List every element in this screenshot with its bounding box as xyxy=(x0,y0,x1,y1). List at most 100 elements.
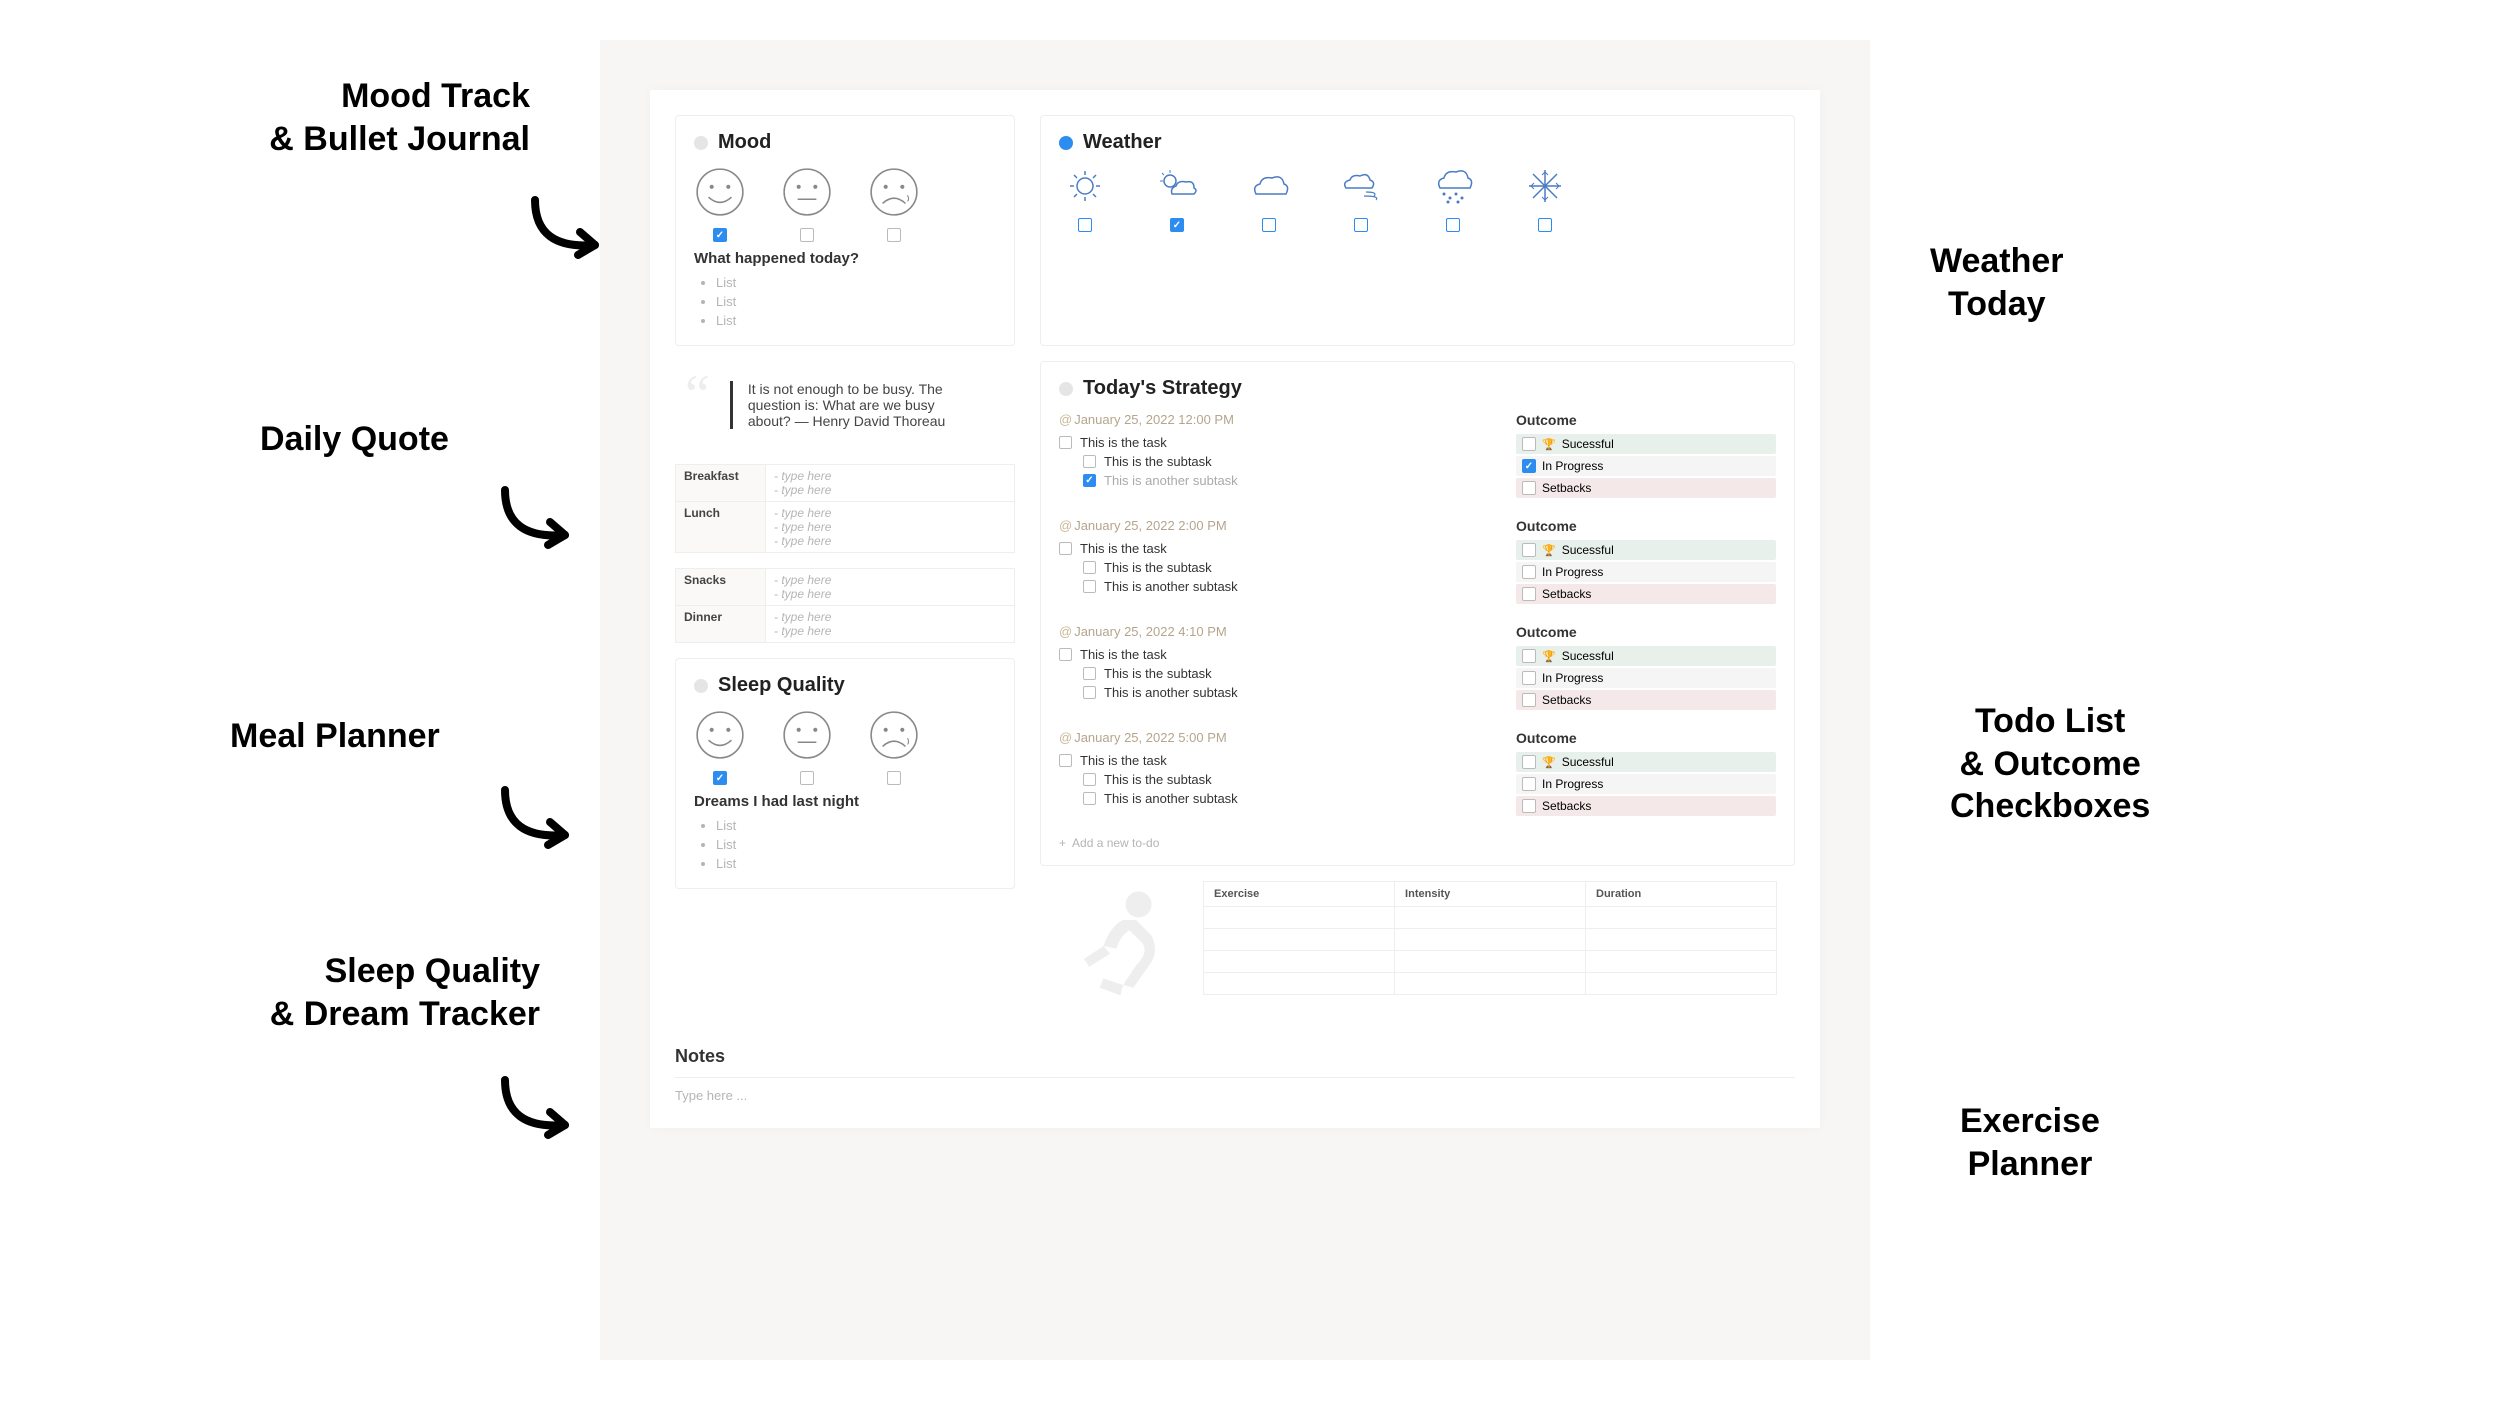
weather-snowy-checkbox[interactable] xyxy=(1538,218,1552,232)
table-cell[interactable] xyxy=(1204,951,1395,973)
task-checkbox[interactable] xyxy=(1083,667,1096,680)
subtask-item[interactable]: This is another subtask xyxy=(1059,577,1486,596)
weather-cloudy-checkbox[interactable] xyxy=(1262,218,1276,232)
task-checkbox[interactable] xyxy=(1059,754,1072,767)
weather-sunny[interactable] xyxy=(1059,166,1111,232)
list-item[interactable]: List xyxy=(716,273,996,292)
weather-windy-checkbox[interactable] xyxy=(1354,218,1368,232)
table-cell[interactable] xyxy=(1586,951,1777,973)
list-item[interactable]: List xyxy=(716,292,996,311)
plus-icon: + xyxy=(1059,836,1066,850)
journal-list[interactable]: List List List xyxy=(694,273,996,330)
meal-dinner-input[interactable]: - type here- type here xyxy=(766,606,1015,643)
outcome-checkbox[interactable] xyxy=(1522,587,1536,601)
task-checkbox[interactable] xyxy=(1059,436,1072,449)
sleep-happy[interactable] xyxy=(694,709,746,785)
outcome-success[interactable]: 🏆Sucessful xyxy=(1516,540,1776,560)
outcome-success[interactable]: 🏆Sucessful xyxy=(1516,752,1776,772)
mood-neutral-checkbox[interactable] xyxy=(800,228,814,242)
task-checkbox[interactable] xyxy=(1083,474,1096,487)
task-checkbox[interactable] xyxy=(1083,773,1096,786)
meal-snacks-input[interactable]: - type here- type here xyxy=(766,569,1015,606)
list-item[interactable]: List xyxy=(716,311,996,330)
outcome-checkbox[interactable] xyxy=(1522,799,1536,813)
list-item[interactable]: List xyxy=(716,854,996,873)
outcome-setbacks[interactable]: Setbacks xyxy=(1516,478,1776,498)
outcome-progress[interactable]: In Progress xyxy=(1516,774,1776,794)
weather-rainy[interactable] xyxy=(1427,166,1479,232)
task-checkbox[interactable] xyxy=(1083,561,1096,574)
sleep-neutral-checkbox[interactable] xyxy=(800,771,814,785)
subtask-item[interactable]: This is the subtask xyxy=(1059,664,1486,683)
table-cell[interactable] xyxy=(1395,951,1586,973)
task-item[interactable]: This is the task xyxy=(1059,539,1486,558)
outcome-checkbox[interactable] xyxy=(1522,543,1536,557)
mood-happy-checkbox[interactable] xyxy=(713,228,727,242)
weather-sunny-checkbox[interactable] xyxy=(1078,218,1092,232)
table-cell[interactable] xyxy=(1586,907,1777,929)
outcome-checkbox[interactable] xyxy=(1522,755,1536,769)
outcome-checkbox[interactable] xyxy=(1522,481,1536,495)
table-cell[interactable] xyxy=(1395,907,1586,929)
weather-partly[interactable] xyxy=(1151,166,1203,232)
table-cell[interactable] xyxy=(1204,973,1395,995)
meal-breakfast-input[interactable]: - type here- type here xyxy=(766,465,1015,502)
sleep-sad-checkbox[interactable] xyxy=(887,771,901,785)
sleep-happy-checkbox[interactable] xyxy=(713,771,727,785)
table-cell[interactable] xyxy=(1395,973,1586,995)
table-cell[interactable] xyxy=(1395,929,1586,951)
outcome-checkbox[interactable] xyxy=(1522,671,1536,685)
weather-partly-checkbox[interactable] xyxy=(1170,218,1184,232)
task-checkbox[interactable] xyxy=(1083,686,1096,699)
list-item[interactable]: List xyxy=(716,816,996,835)
task-checkbox[interactable] xyxy=(1059,542,1072,555)
outcome-checkbox[interactable] xyxy=(1522,437,1536,451)
exercise-table[interactable]: ExerciseIntensityDuration xyxy=(1203,881,1777,995)
subtask-item[interactable]: This is another subtask xyxy=(1059,789,1486,808)
outcome-checkbox[interactable] xyxy=(1522,777,1536,791)
dreams-list[interactable]: List List List xyxy=(694,816,996,873)
mood-happy[interactable] xyxy=(694,166,746,242)
notes-input[interactable]: Type here ... xyxy=(675,1077,1795,1103)
mood-sad-checkbox[interactable] xyxy=(887,228,901,242)
task-checkbox[interactable] xyxy=(1083,792,1096,805)
task-item[interactable]: This is the task xyxy=(1059,751,1486,770)
add-todo-button[interactable]: +Add a new to-do xyxy=(1059,836,1776,850)
table-cell[interactable] xyxy=(1586,973,1777,995)
subtask-item[interactable]: This is another subtask xyxy=(1059,471,1486,490)
weather-cloudy[interactable] xyxy=(1243,166,1295,232)
task-item[interactable]: This is the task xyxy=(1059,645,1486,664)
table-cell[interactable] xyxy=(1586,929,1777,951)
outcome-success[interactable]: 🏆Sucessful xyxy=(1516,434,1776,454)
table-cell[interactable] xyxy=(1204,929,1395,951)
list-item[interactable]: List xyxy=(716,835,996,854)
outcome-setbacks[interactable]: Setbacks xyxy=(1516,690,1776,710)
outcome-setbacks[interactable]: Setbacks xyxy=(1516,584,1776,604)
outcome-success[interactable]: 🏆Sucessful xyxy=(1516,646,1776,666)
weather-windy[interactable] xyxy=(1335,166,1387,232)
outcome-checkbox[interactable] xyxy=(1522,649,1536,663)
subtask-item[interactable]: This is the subtask xyxy=(1059,770,1486,789)
weather-rainy-checkbox[interactable] xyxy=(1446,218,1460,232)
sleep-sad[interactable] xyxy=(868,709,920,785)
outcome-progress[interactable]: In Progress xyxy=(1516,668,1776,688)
outcome-progress[interactable]: In Progress xyxy=(1516,456,1776,476)
task-checkbox[interactable] xyxy=(1083,455,1096,468)
meal-lunch-input[interactable]: - type here- type here- type here xyxy=(766,502,1015,553)
outcome-checkbox[interactable] xyxy=(1522,693,1536,707)
outcome-checkbox[interactable] xyxy=(1522,459,1536,473)
subtask-item[interactable]: This is the subtask xyxy=(1059,558,1486,577)
task-checkbox[interactable] xyxy=(1059,648,1072,661)
weather-snowy[interactable] xyxy=(1519,166,1571,232)
outcome-checkbox[interactable] xyxy=(1522,565,1536,579)
sleep-neutral[interactable] xyxy=(781,709,833,785)
outcome-progress[interactable]: In Progress xyxy=(1516,562,1776,582)
mood-sad[interactable] xyxy=(868,166,920,242)
task-item[interactable]: This is the task xyxy=(1059,433,1486,452)
subtask-item[interactable]: This is another subtask xyxy=(1059,683,1486,702)
table-cell[interactable] xyxy=(1204,907,1395,929)
outcome-setbacks[interactable]: Setbacks xyxy=(1516,796,1776,816)
mood-neutral[interactable] xyxy=(781,166,833,242)
subtask-item[interactable]: This is the subtask xyxy=(1059,452,1486,471)
task-checkbox[interactable] xyxy=(1083,580,1096,593)
